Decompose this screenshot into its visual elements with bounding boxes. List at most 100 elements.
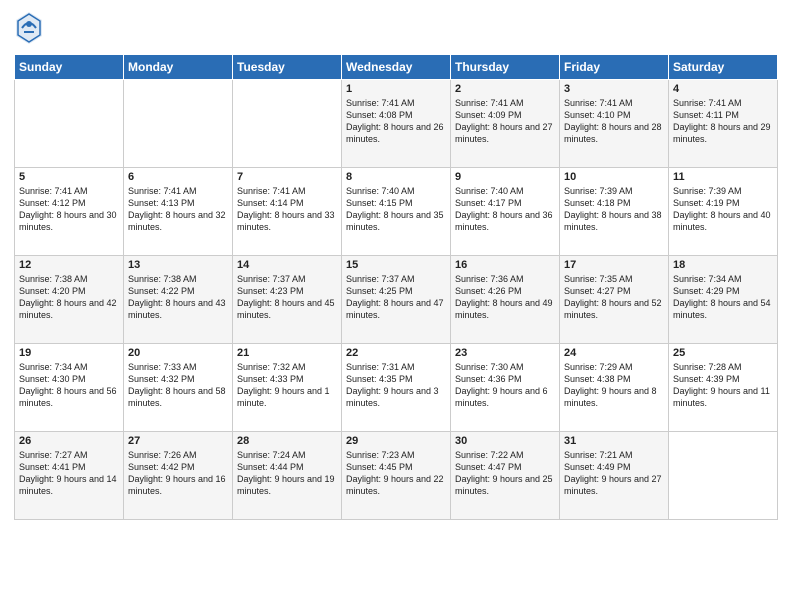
calendar-cell: 26Sunrise: 7:27 AM Sunset: 4:41 PM Dayli… (15, 432, 124, 520)
calendar-cell: 7 Sunrise: 7:41 AM Sunset: 4:14 PM Daylig… (233, 168, 342, 256)
day-number: 18 (673, 259, 773, 271)
calendar-cell: 27 Sunrise: 7:26 AM Sunset: 4:42 PM Dayli… (124, 432, 233, 520)
calendar-week-row: 1Sunrise: 7:41 AM Sunset: 4:08 PM Daylig… (15, 80, 778, 168)
day-number: 4 (673, 83, 773, 95)
calendar-cell: 25 Sunrise: 7:28 AM Sunset: 4:39 PM Dayli… (669, 344, 778, 432)
logo (14, 10, 46, 46)
day-info: Sunrise: 7:41 AM Sunset: 4:09 PM Dayligh… (455, 97, 555, 146)
day-info: Sunrise: 7:40 AM Sunset: 4:17 PM Dayligh… (455, 185, 555, 234)
day-info: Sunrise: 7:23 AM Sunset: 4:45 PM Dayligh… (346, 449, 446, 498)
calendar-cell: 14 Sunrise: 7:37 AM Sunset: 4:23 PM Dayli… (233, 256, 342, 344)
day-info: Sunrise: 7:41 AM Sunset: 4:14 PM Dayligh… (237, 185, 337, 234)
day-info: Sunrise: 7:39 AM Sunset: 4:18 PM Dayligh… (564, 185, 664, 234)
day-info: Sunrise: 7:22 AM Sunset: 4:47 PM Dayligh… (455, 449, 555, 498)
logo-icon (14, 10, 44, 46)
calendar-cell: 6Sunrise: 7:41 AM Sunset: 4:13 PM Daylig… (124, 168, 233, 256)
calendar-cell: 13 Sunrise: 7:38 AM Sunset: 4:22 PM Dayli… (124, 256, 233, 344)
calendar-table: SundayMondayTuesdayWednesdayThursdayFrid… (14, 54, 778, 520)
day-info: Sunrise: 7:35 AM Sunset: 4:27 PM Dayligh… (564, 273, 664, 322)
calendar-cell: 16Sunrise: 7:36 AM Sunset: 4:26 PM Dayli… (451, 256, 560, 344)
day-info: Sunrise: 7:39 AM Sunset: 4:19 PM Dayligh… (673, 185, 773, 234)
day-number: 24 (564, 347, 664, 359)
calendar-cell: 20 Sunrise: 7:33 AM Sunset: 4:32 PM Dayli… (124, 344, 233, 432)
calendar-cell: 10 Sunrise: 7:39 AM Sunset: 4:18 PM Dayli… (560, 168, 669, 256)
day-number: 17 (564, 259, 664, 271)
calendar-week-row: 5 Sunrise: 7:41 AM Sunset: 4:12 PM Daylig… (15, 168, 778, 256)
day-info: Sunrise: 7:41 AM Sunset: 4:11 PM Dayligh… (673, 97, 773, 146)
day-info: Sunrise: 7:34 AM Sunset: 4:29 PM Dayligh… (673, 273, 773, 322)
day-number: 14 (237, 259, 337, 271)
calendar-cell (15, 80, 124, 168)
calendar-cell: 29 Sunrise: 7:23 AM Sunset: 4:45 PM Dayli… (342, 432, 451, 520)
calendar-cell: 28Sunrise: 7:24 AM Sunset: 4:44 PM Dayli… (233, 432, 342, 520)
calendar-cell: 4 Sunrise: 7:41 AM Sunset: 4:11 PM Daylig… (669, 80, 778, 168)
calendar-cell: 15 Sunrise: 7:37 AM Sunset: 4:25 PM Dayli… (342, 256, 451, 344)
day-info: Sunrise: 7:26 AM Sunset: 4:42 PM Dayligh… (128, 449, 228, 498)
day-info: Sunrise: 7:24 AM Sunset: 4:44 PM Dayligh… (237, 449, 337, 498)
calendar-cell: 23Sunrise: 7:30 AM Sunset: 4:36 PM Dayli… (451, 344, 560, 432)
day-number: 10 (564, 171, 664, 183)
calendar-cell (233, 80, 342, 168)
day-number: 31 (564, 435, 664, 447)
day-number: 30 (455, 435, 555, 447)
calendar-week-row: 26Sunrise: 7:27 AM Sunset: 4:41 PM Dayli… (15, 432, 778, 520)
day-number: 27 (128, 435, 228, 447)
day-number: 8 (346, 171, 446, 183)
calendar-cell: 17 Sunrise: 7:35 AM Sunset: 4:27 PM Dayli… (560, 256, 669, 344)
day-info: Sunrise: 7:40 AM Sunset: 4:15 PM Dayligh… (346, 185, 446, 234)
day-number: 2 (455, 83, 555, 95)
day-number: 20 (128, 347, 228, 359)
day-info: Sunrise: 7:33 AM Sunset: 4:32 PM Dayligh… (128, 361, 228, 410)
day-info: Sunrise: 7:37 AM Sunset: 4:23 PM Dayligh… (237, 273, 337, 322)
calendar-cell: 19Sunrise: 7:34 AM Sunset: 4:30 PM Dayli… (15, 344, 124, 432)
calendar-cell: 22Sunrise: 7:31 AM Sunset: 4:35 PM Dayli… (342, 344, 451, 432)
calendar-cell: 9 Sunrise: 7:40 AM Sunset: 4:17 PM Daylig… (451, 168, 560, 256)
day-number: 9 (455, 171, 555, 183)
weekday-header: Saturday (669, 55, 778, 80)
day-number: 1 (346, 83, 446, 95)
day-info: Sunrise: 7:41 AM Sunset: 4:13 PM Dayligh… (128, 185, 228, 234)
calendar-week-row: 19Sunrise: 7:34 AM Sunset: 4:30 PM Dayli… (15, 344, 778, 432)
day-number: 23 (455, 347, 555, 359)
calendar-cell: 21 Sunrise: 7:32 AM Sunset: 4:33 PM Dayli… (233, 344, 342, 432)
calendar-week-row: 12Sunrise: 7:38 AM Sunset: 4:20 PM Dayli… (15, 256, 778, 344)
calendar-cell: 3Sunrise: 7:41 AM Sunset: 4:10 PM Daylig… (560, 80, 669, 168)
calendar-cell: 31 Sunrise: 7:21 AM Sunset: 4:49 PM Dayli… (560, 432, 669, 520)
day-number: 15 (346, 259, 446, 271)
weekday-header: Sunday (15, 55, 124, 80)
day-number: 13 (128, 259, 228, 271)
day-number: 29 (346, 435, 446, 447)
day-info: Sunrise: 7:32 AM Sunset: 4:33 PM Dayligh… (237, 361, 337, 410)
calendar-cell: 11 Sunrise: 7:39 AM Sunset: 4:19 PM Dayli… (669, 168, 778, 256)
day-number: 21 (237, 347, 337, 359)
day-info: Sunrise: 7:37 AM Sunset: 4:25 PM Dayligh… (346, 273, 446, 322)
weekday-header-row: SundayMondayTuesdayWednesdayThursdayFrid… (15, 55, 778, 80)
calendar-cell: 8 Sunrise: 7:40 AM Sunset: 4:15 PM Daylig… (342, 168, 451, 256)
calendar-cell (669, 432, 778, 520)
weekday-header: Friday (560, 55, 669, 80)
day-info: Sunrise: 7:28 AM Sunset: 4:39 PM Dayligh… (673, 361, 773, 410)
calendar-container: SundayMondayTuesdayWednesdayThursdayFrid… (0, 0, 792, 612)
day-number: 19 (19, 347, 119, 359)
calendar-cell (124, 80, 233, 168)
day-info: Sunrise: 7:38 AM Sunset: 4:22 PM Dayligh… (128, 273, 228, 322)
calendar-cell: 18 Sunrise: 7:34 AM Sunset: 4:29 PM Dayli… (669, 256, 778, 344)
weekday-header: Thursday (451, 55, 560, 80)
day-number: 7 (237, 171, 337, 183)
weekday-header: Wednesday (342, 55, 451, 80)
calendar-cell: 2 Sunrise: 7:41 AM Sunset: 4:09 PM Daylig… (451, 80, 560, 168)
calendar-cell: 12Sunrise: 7:38 AM Sunset: 4:20 PM Dayli… (15, 256, 124, 344)
weekday-header: Monday (124, 55, 233, 80)
weekday-header: Tuesday (233, 55, 342, 80)
header (14, 10, 778, 46)
calendar-cell: 24Sunrise: 7:29 AM Sunset: 4:38 PM Dayli… (560, 344, 669, 432)
day-info: Sunrise: 7:27 AM Sunset: 4:41 PM Dayligh… (19, 449, 119, 498)
day-number: 3 (564, 83, 664, 95)
day-info: Sunrise: 7:38 AM Sunset: 4:20 PM Dayligh… (19, 273, 119, 322)
day-number: 11 (673, 171, 773, 183)
day-number: 5 (19, 171, 119, 183)
day-info: Sunrise: 7:41 AM Sunset: 4:12 PM Dayligh… (19, 185, 119, 234)
calendar-cell: 30 Sunrise: 7:22 AM Sunset: 4:47 PM Dayli… (451, 432, 560, 520)
day-number: 25 (673, 347, 773, 359)
day-info: Sunrise: 7:21 AM Sunset: 4:49 PM Dayligh… (564, 449, 664, 498)
